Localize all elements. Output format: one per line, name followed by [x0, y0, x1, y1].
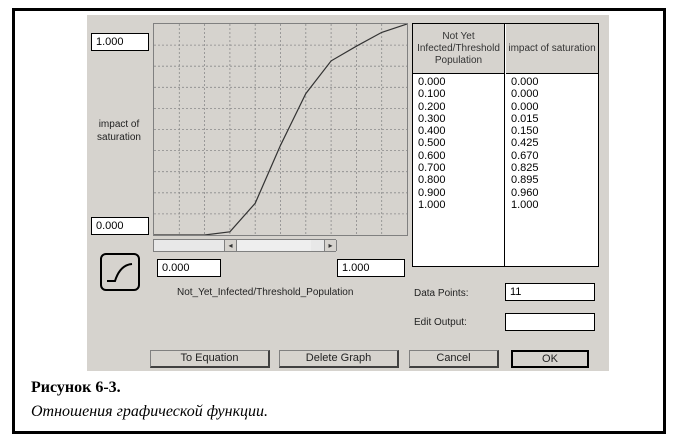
table-header-output: impact of saturation	[506, 24, 598, 74]
table-header-input: Not Yet Infected/Threshold Population	[413, 24, 504, 74]
figure-frame: 1.000 impact of saturation 0.000 ◂ ▸ 0.0…	[12, 8, 666, 434]
graph-type-icon[interactable]	[100, 253, 140, 291]
edit-output-label: Edit Output:	[414, 317, 467, 328]
y-min-field[interactable]: 0.000	[91, 217, 149, 235]
table-cell-output[interactable]: 0.425	[511, 137, 598, 149]
scroll-thumb[interactable]	[237, 240, 311, 251]
table-cell-input[interactable]: 0.700	[418, 162, 504, 174]
delete-graph-button[interactable]: Delete Graph	[279, 350, 399, 368]
table-column-input: Not Yet Infected/Threshold Population 0.…	[413, 24, 505, 266]
table-cell-output[interactable]: 1.000	[511, 199, 598, 211]
table-cell-input[interactable]: 0.200	[418, 101, 504, 113]
table-cell-input[interactable]: 0.500	[418, 137, 504, 149]
scroll-right-arrow-icon[interactable]: ▸	[324, 240, 337, 251]
edit-output-field[interactable]	[505, 313, 595, 331]
ok-button[interactable]: OK	[511, 350, 589, 368]
y-max-field[interactable]: 1.000	[91, 33, 149, 51]
table-cell-output[interactable]: 0.670	[511, 150, 598, 162]
x-max-field[interactable]: 1.000	[337, 259, 405, 277]
table-cells-input[interactable]: 0.000 0.100 0.200 0.300 0.400 0.500 0.600 0.700…	[413, 74, 504, 211]
table-cell-input[interactable]: 0.100	[418, 88, 504, 100]
table-cell-input[interactable]: 1.000	[418, 199, 504, 211]
table-cell-output[interactable]: 0.015	[511, 113, 598, 125]
table-cell-output[interactable]: 0.960	[511, 187, 598, 199]
table-cell-input[interactable]: 0.000	[418, 76, 504, 88]
x-axis-label: Not_Yet_Infected/Threshold_Population	[177, 287, 354, 298]
graph-dialog: 1.000 impact of saturation 0.000 ◂ ▸ 0.0…	[87, 15, 609, 371]
data-points-field[interactable]: 11	[505, 283, 595, 301]
table-cell-input[interactable]: 0.400	[418, 125, 504, 137]
table-cell-output[interactable]: 0.000	[511, 101, 598, 113]
table-cell-input[interactable]: 0.300	[418, 113, 504, 125]
graph-plot[interactable]	[153, 23, 408, 236]
graph-canvas[interactable]	[154, 24, 407, 235]
table-cell-input[interactable]: 0.800	[418, 174, 504, 186]
table-cells-output[interactable]: 0.000 0.000 0.000 0.015 0.150 0.425 0.670 0.825…	[506, 74, 598, 211]
figure-number: Рисунок 6-3.	[31, 379, 121, 396]
x-scrollbar[interactable]: ◂ ▸	[153, 239, 337, 252]
table-cell-input[interactable]: 0.600	[418, 150, 504, 162]
table-cell-output[interactable]: 0.825	[511, 162, 598, 174]
to-equation-button[interactable]: To Equation	[150, 350, 270, 368]
table-cell-output[interactable]: 0.000	[511, 76, 598, 88]
table-cell-output[interactable]: 0.150	[511, 125, 598, 137]
scroll-left-arrow-icon[interactable]: ◂	[224, 240, 237, 251]
y-axis-label: impact of saturation	[97, 119, 141, 143]
table-cell-input[interactable]: 0.900	[418, 187, 504, 199]
table-cell-output[interactable]: 0.895	[511, 174, 598, 186]
x-min-field[interactable]: 0.000	[157, 259, 221, 277]
figure-caption: Отношения графической функции.	[31, 403, 269, 420]
data-table: Not Yet Infected/Threshold Population 0.…	[412, 23, 599, 267]
table-cell-output[interactable]: 0.000	[511, 88, 598, 100]
data-points-label: Data Points:	[414, 288, 469, 299]
cancel-button[interactable]: Cancel	[409, 350, 499, 368]
table-column-output: impact of saturation 0.000 0.000 0.000 0.01…	[506, 24, 598, 266]
